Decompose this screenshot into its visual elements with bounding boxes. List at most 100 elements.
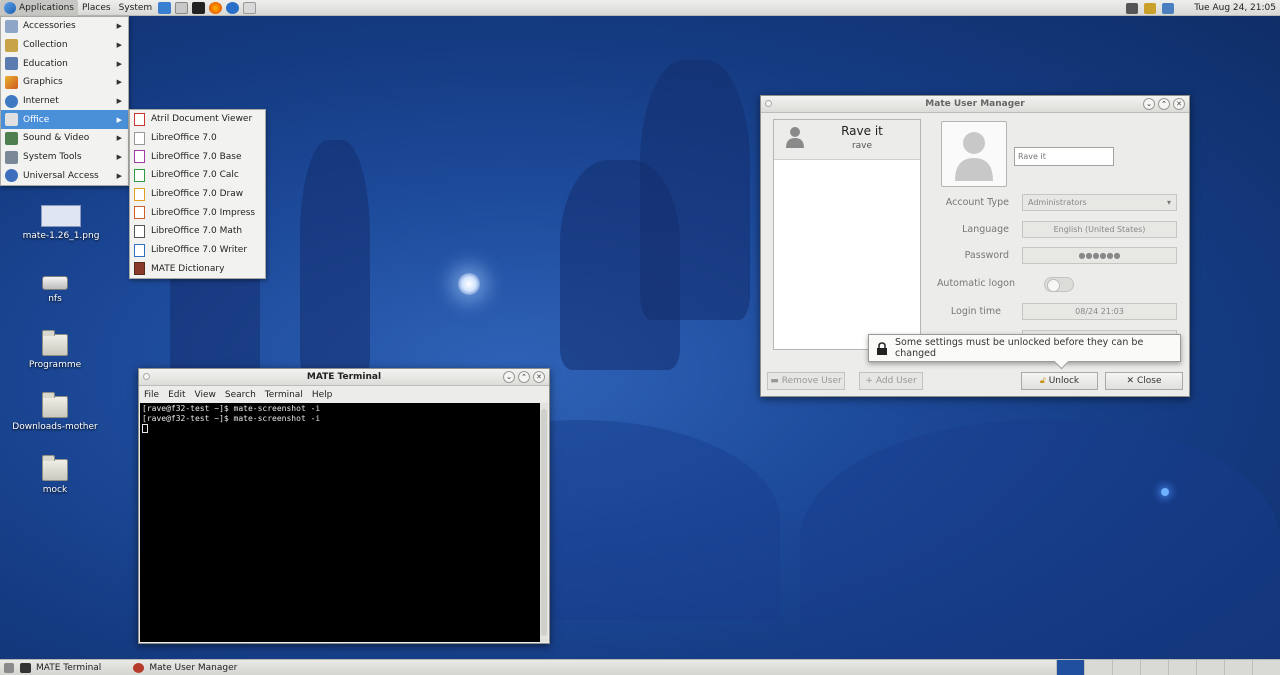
login-time-value: 08/24 21:03 bbox=[1022, 303, 1177, 320]
user-avatar-icon bbox=[955, 132, 993, 181]
desktop-icon-downloads-mother[interactable]: Downloads-mother bbox=[5, 392, 105, 432]
thunderbird-launcher-icon[interactable] bbox=[226, 1, 240, 14]
language-button[interactable]: English (United States) bbox=[1022, 221, 1177, 238]
menu-item-libreoffice-impress[interactable]: LibreOffice 7.0 Impress bbox=[130, 203, 265, 222]
user-manager-titlebar[interactable]: Mate User Manager ⌄ ⌃ ✕ bbox=[761, 96, 1189, 113]
account-type-select[interactable]: Administrators bbox=[1022, 194, 1177, 211]
workspace-1[interactable] bbox=[1056, 660, 1084, 675]
user-list-item[interactable]: Rave it rave bbox=[774, 120, 920, 160]
menu-item-libreoffice[interactable]: LibreOffice 7.0 bbox=[130, 129, 265, 148]
terminal-launcher-icon[interactable] bbox=[192, 1, 206, 14]
folder-icon bbox=[42, 330, 68, 356]
menu-item-graphics[interactable]: Graphics ▶ bbox=[1, 73, 128, 92]
graphics-icon bbox=[5, 75, 18, 89]
automatic-logon-toggle[interactable] bbox=[1044, 277, 1074, 292]
menu-item-libreoffice-writer[interactable]: LibreOffice 7.0 Writer bbox=[130, 241, 265, 260]
full-name-field[interactable]: Rave it bbox=[1014, 147, 1114, 166]
desktop-icon-programme[interactable]: Programme bbox=[5, 330, 105, 370]
submenu-arrow-icon: ▶ bbox=[116, 153, 122, 162]
mate-logo-icon bbox=[4, 1, 16, 14]
system-tools-icon bbox=[5, 150, 18, 164]
submenu-arrow-icon: ▶ bbox=[116, 115, 122, 124]
workspace-3[interactable] bbox=[1112, 660, 1140, 675]
menu-item-office[interactable]: Office ▶ bbox=[1, 110, 128, 130]
menu-help[interactable]: Help bbox=[312, 390, 333, 400]
close-button[interactable]: ✕ Close bbox=[1105, 372, 1183, 390]
workspace-6[interactable] bbox=[1196, 660, 1224, 675]
menu-item-libreoffice-math[interactable]: LibreOffice 7.0 Math bbox=[130, 222, 265, 241]
libreoffice-calc-icon bbox=[134, 168, 145, 182]
maximize-icon[interactable]: ⌃ bbox=[1158, 98, 1170, 110]
menu-item-libreoffice-base[interactable]: LibreOffice 7.0 Base bbox=[130, 147, 265, 166]
menu-search[interactable]: Search bbox=[225, 390, 256, 400]
menu-terminal[interactable]: Terminal bbox=[265, 390, 303, 400]
bottom-panel: MATE Terminal Mate User Manager bbox=[0, 659, 1280, 675]
internet-icon bbox=[5, 94, 18, 108]
system-menu[interactable]: System bbox=[115, 0, 157, 16]
window-menu-icon[interactable] bbox=[143, 373, 150, 380]
menu-edit[interactable]: Edit bbox=[168, 390, 185, 400]
menu-item-mate-dictionary[interactable]: MATE Dictionary bbox=[130, 260, 265, 279]
screenshot-launcher-icon[interactable] bbox=[243, 1, 257, 14]
volume-icon[interactable] bbox=[1126, 2, 1139, 14]
firefox-launcher-icon[interactable] bbox=[209, 1, 223, 14]
image-file-icon bbox=[41, 205, 81, 227]
taskbar-item-user-manager[interactable]: Mate User Manager bbox=[127, 660, 243, 675]
terminal-scrollbar[interactable] bbox=[540, 403, 548, 642]
desktop-icon-mate-png[interactable]: mate-1.26_1.png bbox=[11, 205, 111, 241]
file-manager-launcher-icon[interactable] bbox=[158, 1, 172, 14]
menu-item-internet[interactable]: Internet ▶ bbox=[1, 92, 128, 111]
remove-user-button[interactable]: ▬ Remove User bbox=[767, 372, 845, 390]
maximize-icon[interactable]: ⌃ bbox=[518, 371, 530, 383]
menu-item-libreoffice-draw[interactable]: LibreOffice 7.0 Draw bbox=[130, 185, 265, 204]
menu-item-universal-access[interactable]: Universal Access ▶ bbox=[1, 167, 128, 186]
user-list[interactable]: Rave it rave bbox=[773, 119, 921, 350]
taskbar-item-terminal[interactable]: MATE Terminal bbox=[14, 660, 107, 675]
terminal-titlebar[interactable]: MATE Terminal ⌄ ⌃ ✕ bbox=[139, 369, 549, 386]
avatar[interactable] bbox=[941, 121, 1007, 187]
show-desktop-icon[interactable] bbox=[4, 662, 14, 673]
account-type-label: Account Type bbox=[945, 197, 1009, 208]
password-button[interactable]: ●●●●●● bbox=[1022, 247, 1177, 264]
window-title: Mate User Manager bbox=[925, 99, 1025, 109]
places-menu[interactable]: Places bbox=[78, 0, 115, 16]
folder-icon bbox=[42, 455, 68, 481]
workspace-5[interactable] bbox=[1168, 660, 1196, 675]
user-login-name: rave bbox=[851, 141, 873, 151]
menu-item-sound-video[interactable]: Sound & Video ▶ bbox=[1, 129, 128, 148]
terminal-cursor bbox=[142, 424, 148, 433]
workspace-switcher[interactable] bbox=[1056, 660, 1280, 675]
menu-item-collection[interactable]: Collection ▶ bbox=[1, 36, 128, 55]
menu-file[interactable]: File bbox=[144, 390, 159, 400]
workspace-8[interactable] bbox=[1252, 660, 1280, 675]
menu-item-accessories[interactable]: Accessories ▶ bbox=[1, 17, 128, 36]
terminal-screen[interactable]: [rave@f32-test ~]$ mate-screenshot -i [r… bbox=[140, 403, 540, 642]
close-icon[interactable]: ✕ bbox=[1173, 98, 1185, 110]
add-user-button[interactable]: + Add User bbox=[859, 372, 923, 390]
close-icon[interactable]: ✕ bbox=[533, 371, 545, 383]
workspace-4[interactable] bbox=[1140, 660, 1168, 675]
menu-item-education[interactable]: Education ▶ bbox=[1, 54, 128, 73]
network-icon[interactable] bbox=[1162, 2, 1175, 14]
menu-item-atril[interactable]: Atril Document Viewer bbox=[130, 110, 265, 129]
libreoffice-base-icon bbox=[134, 150, 145, 164]
minimize-icon[interactable]: ⌄ bbox=[503, 371, 515, 383]
terminal-icon bbox=[20, 662, 31, 673]
menu-item-libreoffice-calc[interactable]: LibreOffice 7.0 Calc bbox=[130, 166, 265, 185]
collection-icon bbox=[5, 38, 18, 52]
libreoffice-draw-icon bbox=[134, 187, 145, 201]
desktop-icon-nfs[interactable]: nfs bbox=[5, 276, 105, 304]
workspace-2[interactable] bbox=[1084, 660, 1112, 675]
menu-item-system-tools[interactable]: System Tools ▶ bbox=[1, 148, 128, 167]
text-editor-launcher-icon[interactable] bbox=[175, 1, 189, 14]
clock[interactable]: Tue Aug 24, 21:05 bbox=[1194, 3, 1276, 13]
applications-menu[interactable]: Applications bbox=[0, 0, 78, 16]
menu-view[interactable]: View bbox=[195, 390, 216, 400]
window-menu-icon[interactable] bbox=[765, 100, 772, 107]
battery-icon[interactable] bbox=[1144, 2, 1157, 14]
unlock-button[interactable]: 🔓︎ Unlock bbox=[1021, 372, 1098, 390]
workspace-7[interactable] bbox=[1224, 660, 1252, 675]
desktop-icon-mock[interactable]: mock bbox=[5, 455, 105, 495]
submenu-arrow-icon: ▶ bbox=[116, 78, 122, 87]
minimize-icon[interactable]: ⌄ bbox=[1143, 98, 1155, 110]
